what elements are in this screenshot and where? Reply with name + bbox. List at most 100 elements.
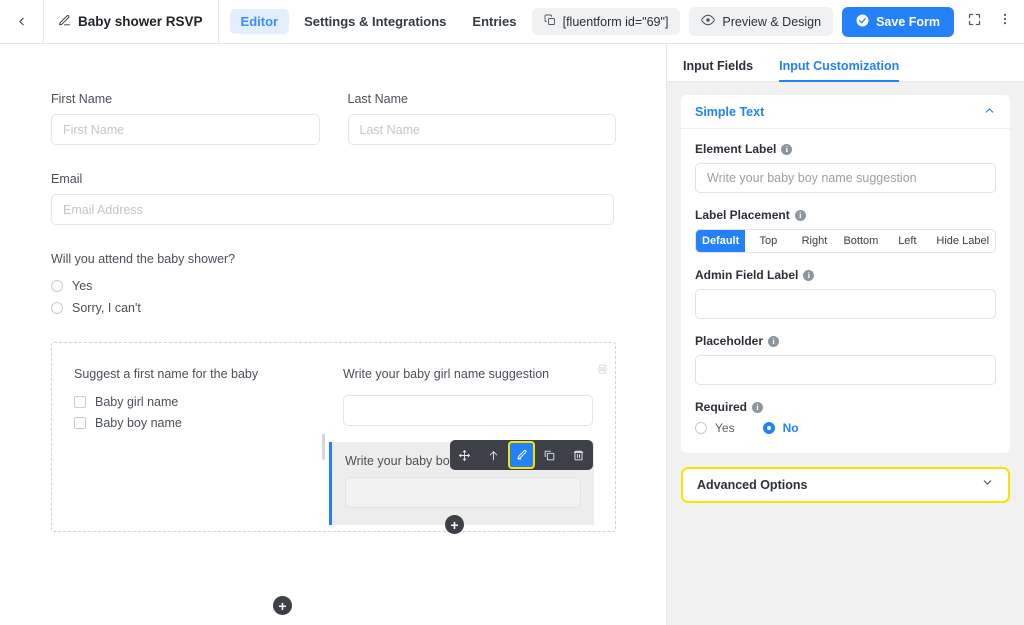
shortcode-text: [fluentform id="69"] [563, 15, 669, 29]
element-label-label: Element Label i [695, 142, 996, 156]
checkbox-icon [74, 396, 86, 408]
chevron-up-icon[interactable] [983, 104, 996, 120]
admin-field-label-text: Admin Field Label [695, 268, 798, 282]
required-radio-group: Yes No [695, 421, 996, 435]
save-label: Save Form [876, 15, 940, 29]
placement-option-hide-label[interactable]: Hide Label [930, 230, 995, 252]
settings-panel: Input Fields Input Customization Simple … [666, 44, 1024, 625]
form-builder-app: Baby shower RSVP Editor Settings & Integ… [0, 0, 1024, 625]
field-email[interactable]: Email Email Address [51, 172, 616, 225]
selected-field-baby-boy[interactable]: Write your baby boy name suggestion [329, 442, 594, 525]
panel-tabs: Input Fields Input Customization [667, 44, 1024, 82]
move-icon[interactable] [450, 440, 479, 470]
baby-boy-name-input[interactable] [345, 477, 581, 508]
field-drag-handle[interactable] [322, 434, 325, 460]
panel-content: Simple Text Element Label i Write your b… [667, 82, 1024, 625]
form-title[interactable]: Baby shower RSVP [44, 0, 219, 43]
fullscreen-button[interactable] [963, 8, 985, 36]
advanced-options-card[interactable]: Advanced Options [681, 467, 1010, 503]
more-menu-button[interactable] [994, 8, 1016, 36]
move-up-icon[interactable] [479, 440, 508, 470]
simple-text-card-body: Element Label i Write your baby boy name… [681, 129, 1010, 453]
last-name-label: Last Name [348, 92, 617, 106]
save-form-button[interactable]: Save Form [842, 7, 954, 37]
info-icon[interactable]: i [795, 210, 806, 221]
required-option-yes[interactable]: Yes [695, 421, 735, 435]
preview-label: Preview & Design [722, 15, 821, 29]
eye-icon [701, 13, 715, 30]
info-icon[interactable]: i [803, 270, 814, 281]
placement-option-default[interactable]: Default [696, 230, 745, 252]
copy-icon [544, 14, 556, 29]
radio-circle-icon [51, 302, 63, 314]
radio-circle-icon [51, 280, 63, 292]
checkbox-baby-girl[interactable]: Baby girl name [74, 395, 343, 409]
container-settings-icon[interactable] [596, 363, 609, 381]
body-split: First Name First Name Last Name Last Nam… [0, 44, 1024, 625]
label-placement-label: Label Placement i [695, 208, 996, 222]
container-column-right: Write your baby girl name suggestion Wri… [343, 367, 593, 531]
required-option-no[interactable]: No [763, 421, 799, 435]
label-placement-segmented-control: Default Top Right Bottom Left Hide Label [695, 229, 996, 253]
simple-text-card-title: Simple Text [695, 105, 764, 119]
checkbox-baby-boy-label: Baby boy name [95, 416, 182, 430]
delete-icon[interactable] [564, 440, 593, 470]
baby-girl-field-label: Write your baby girl name suggestion [343, 367, 593, 381]
simple-text-settings-card: Simple Text Element Label i Write your b… [681, 95, 1010, 453]
field-attendance-radio[interactable]: Will you attend the baby shower? Yes Sor… [51, 252, 616, 315]
advanced-options-title: Advanced Options [697, 478, 807, 492]
check-circle-icon [856, 14, 869, 30]
required-label-text: Required [695, 400, 747, 414]
admin-field-label-input[interactable] [695, 289, 996, 319]
first-name-input[interactable]: First Name [51, 114, 320, 145]
attendance-question-label: Will you attend the baby shower? [51, 252, 616, 266]
placement-option-top[interactable]: Top [745, 230, 791, 252]
chevron-left-icon [15, 15, 28, 28]
baby-girl-name-input[interactable] [343, 395, 593, 426]
add-field-inside-button[interactable]: + [445, 515, 464, 534]
tab-input-customization[interactable]: Input Customization [779, 59, 899, 81]
first-name-label: First Name [51, 92, 320, 106]
placement-option-bottom[interactable]: Bottom [837, 230, 884, 252]
container-column-left: Suggest a first name for the baby Baby g… [74, 367, 343, 531]
form-canvas: First Name First Name Last Name Last Nam… [0, 44, 666, 625]
back-button[interactable] [0, 0, 44, 43]
placement-option-right[interactable]: Right [791, 230, 837, 252]
chevron-down-icon[interactable] [981, 476, 994, 494]
info-icon[interactable]: i [781, 144, 792, 155]
info-icon[interactable]: i [768, 336, 779, 347]
simple-text-card-header[interactable]: Simple Text [681, 95, 1010, 129]
placeholder-input[interactable] [695, 355, 996, 385]
email-label: Email [51, 172, 616, 186]
tab-settings-integrations[interactable]: Settings & Integrations [293, 9, 457, 34]
field-last-name[interactable]: Last Name Last Name [348, 92, 617, 145]
placement-option-left[interactable]: Left [884, 230, 930, 252]
form-title-text: Baby shower RSVP [78, 14, 203, 29]
required-option-no-label: No [783, 421, 799, 435]
container-field[interactable]: Suggest a first name for the baby Baby g… [51, 342, 616, 532]
shortcode-button[interactable]: [fluentform id="69"] [532, 8, 681, 35]
tab-entries[interactable]: Entries [461, 9, 527, 34]
pencil-icon [58, 14, 71, 30]
tab-input-fields[interactable]: Input Fields [683, 59, 753, 81]
info-icon[interactable]: i [752, 402, 763, 413]
radio-option-no[interactable]: Sorry, I can't [51, 301, 616, 315]
add-field-below-button[interactable]: + [273, 596, 292, 615]
last-name-input[interactable]: Last Name [348, 114, 617, 145]
placeholder-label-text: Placeholder [695, 334, 763, 348]
element-label-text: Element Label [695, 142, 776, 156]
element-label-input[interactable]: Write your baby boy name suggestion [695, 163, 996, 193]
radio-circle-icon [695, 422, 707, 434]
email-input[interactable]: Email Address [51, 194, 614, 225]
duplicate-icon[interactable] [535, 440, 564, 470]
radio-option-no-label: Sorry, I can't [72, 301, 141, 315]
tab-editor[interactable]: Editor [230, 9, 290, 34]
checkbox-baby-boy[interactable]: Baby boy name [74, 416, 343, 430]
placeholder-label: Placeholder i [695, 334, 996, 348]
radio-option-yes-label: Yes [72, 279, 92, 293]
preview-design-button[interactable]: Preview & Design [689, 7, 833, 36]
radio-circle-selected-icon [763, 422, 775, 434]
edit-icon[interactable] [508, 441, 535, 469]
radio-option-yes[interactable]: Yes [51, 279, 616, 293]
field-first-name[interactable]: First Name First Name [51, 92, 320, 145]
